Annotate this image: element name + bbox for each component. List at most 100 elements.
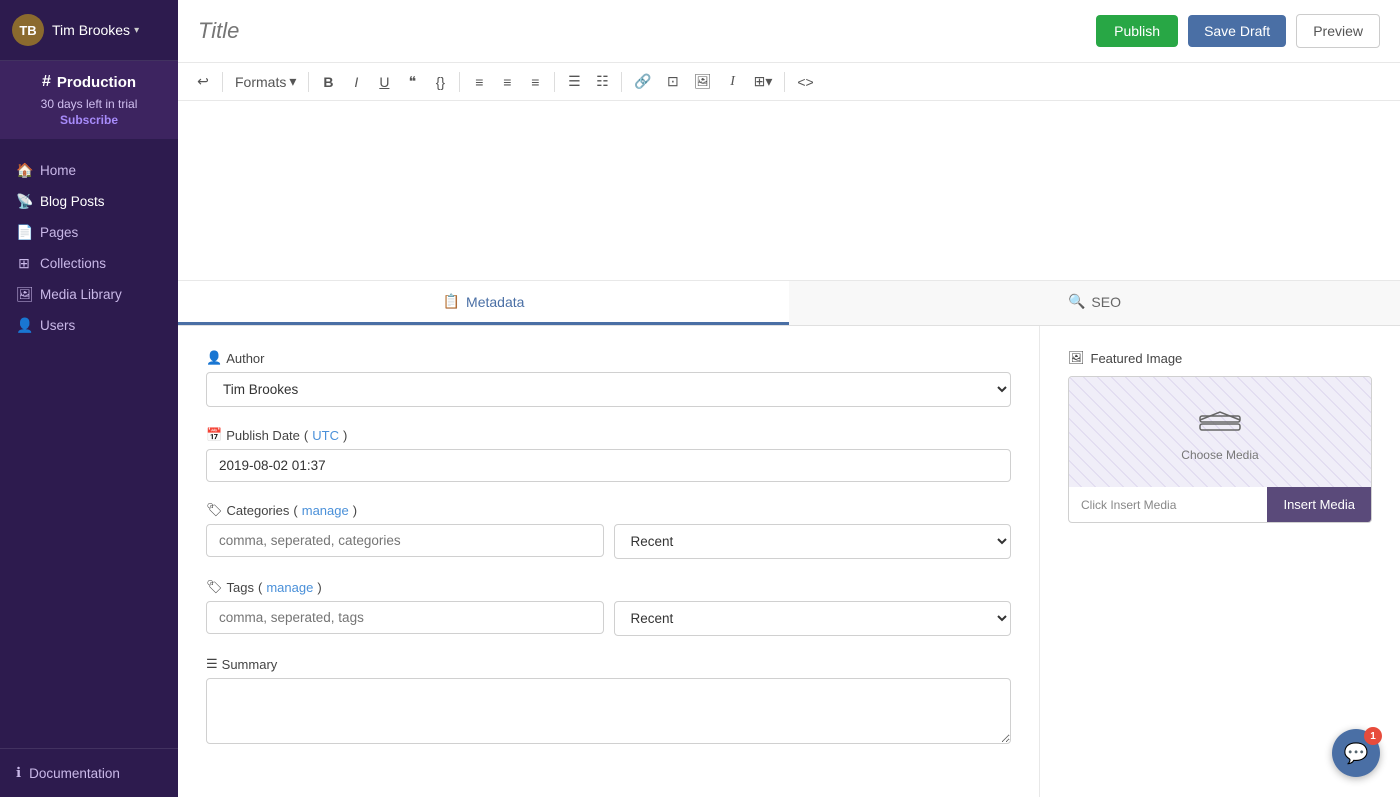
undo-button[interactable]: ↩ (190, 69, 216, 94)
featured-image-label: 🖼 Featured Image (1068, 350, 1372, 366)
link-button[interactable]: 🔗 (628, 69, 657, 94)
summary-icon: ☰ (206, 656, 218, 672)
image-footer: Click Insert Media Insert Media (1069, 487, 1371, 522)
summary-input[interactable] (206, 678, 1011, 744)
italic-button[interactable]: I (343, 70, 369, 94)
workspace-banner: # Production 30 days left in trial Subsc… (0, 61, 178, 139)
separator-1 (222, 72, 223, 92)
main-content: Publish Save Draft Preview ↩ Formats ▾ B… (178, 0, 1400, 797)
categories-manage-link[interactable]: manage (302, 503, 349, 518)
workspace-name: # Production (12, 73, 166, 91)
formats-dropdown[interactable]: Formats ▾ (229, 69, 302, 94)
sidebar-item-media-library[interactable]: 🖼 Media Library (0, 279, 178, 310)
sidebar-item-label: Blog Posts (40, 194, 105, 209)
title-input[interactable] (198, 18, 1086, 44)
publish-button[interactable]: Publish (1096, 15, 1178, 47)
insert-media-button[interactable]: Insert Media (1267, 487, 1371, 522)
home-icon: 🏠 (16, 162, 32, 179)
code-button[interactable]: {} (427, 70, 453, 94)
editor-area: Publish Save Draft Preview ↩ Formats ▾ B… (178, 0, 1400, 281)
click-insert-text: Click Insert Media (1069, 490, 1267, 520)
documentation-link[interactable]: ℹ Documentation (16, 761, 162, 785)
image-placeholder[interactable]: Choose Media (1069, 377, 1371, 487)
subscribe-link[interactable]: Subscribe (12, 113, 166, 127)
align-right-button[interactable]: ≡ (522, 70, 548, 94)
tag-icon: 🏷 (206, 502, 223, 518)
categories-label: 🏷 Categories (manage) (206, 502, 1011, 518)
publish-date-field-group: 📅 Publish Date (UTC) (206, 427, 1011, 482)
user-name-label: Tim Brookes ▾ (52, 22, 139, 38)
categories-field-group: 🏷 Categories (manage) Recent (206, 502, 1011, 559)
sidebar-item-label: Pages (40, 225, 78, 240)
sidebar-item-home[interactable]: 🏠 Home (0, 155, 178, 186)
tags-manage-link[interactable]: manage (266, 580, 313, 595)
sidebar: TB Tim Brookes ▾ # Production 30 days le… (0, 0, 178, 797)
categories-row: Recent (206, 524, 1011, 559)
blockquote-button[interactable]: ❝ (399, 69, 425, 94)
utc-label[interactable]: UTC (312, 428, 339, 443)
save-draft-button[interactable]: Save Draft (1188, 15, 1286, 47)
publish-date-input[interactable] (206, 449, 1011, 482)
author-icon: 👤 (206, 350, 222, 366)
tag2-icon: 🏷 (206, 579, 223, 595)
metadata-tab-label: Metadata (466, 294, 524, 310)
chat-bubble[interactable]: 💬 1 (1332, 729, 1380, 777)
separator-2 (308, 72, 309, 92)
featured-image-box: Choose Media Click Insert Media Insert M… (1068, 376, 1372, 523)
docs-section: ℹ Documentation (0, 748, 178, 797)
tags-input[interactable] (206, 601, 604, 634)
tab-seo[interactable]: 🔍 SEO (789, 281, 1400, 325)
hash-icon: # (42, 73, 51, 91)
metadata-icon: 📋 (443, 293, 460, 310)
categories-recent-select[interactable]: Recent (614, 524, 1012, 559)
separator-6 (784, 72, 785, 92)
title-bar: Publish Save Draft Preview (178, 0, 1400, 63)
tags-row: Recent (206, 601, 1011, 636)
underline-button[interactable]: U (371, 70, 397, 94)
tags-label: 🏷 Tags (manage) (206, 579, 1011, 595)
tags-field-group: 🏷 Tags (manage) Recent (206, 579, 1011, 636)
align-center-button[interactable]: ≡ (494, 70, 520, 94)
info-icon: ℹ (16, 765, 21, 781)
featured-image-panel: 🖼 Featured Image Choose Media (1040, 326, 1400, 797)
separator-3 (459, 72, 460, 92)
summary-label: ☰ Summary (206, 656, 1011, 672)
sidebar-item-label: Users (40, 318, 75, 333)
image-button[interactable]: 🖼 (688, 69, 718, 94)
user-header[interactable]: TB Tim Brookes ▾ (0, 0, 178, 61)
numbered-list-button[interactable]: ☷ (589, 69, 615, 94)
stack-icon (1194, 402, 1246, 442)
sidebar-item-label: Media Library (40, 287, 122, 302)
bottom-panel: 📋 Metadata 🔍 SEO 👤 Author Tim Broo (178, 281, 1400, 797)
calendar-icon: 📅 (206, 427, 222, 443)
table-dropdown-button[interactable]: ⊞▾ (748, 69, 779, 94)
publish-date-label: 📅 Publish Date (UTC) (206, 427, 1011, 443)
italic2-button[interactable]: I (720, 70, 746, 94)
tab-metadata[interactable]: 📋 Metadata (178, 281, 789, 325)
sidebar-item-label: Collections (40, 256, 106, 271)
metadata-form: 👤 Author Tim Brookes 📅 Publish Date (UTC… (178, 326, 1040, 797)
categories-input[interactable] (206, 524, 604, 557)
sidebar-item-collections[interactable]: ⊞ Collections (0, 248, 178, 279)
html-button[interactable]: <> (791, 70, 819, 94)
seo-icon: 🔍 (1068, 293, 1085, 310)
sidebar-item-pages[interactable]: 📄 Pages (0, 217, 178, 248)
tags-recent-select[interactable]: Recent (614, 601, 1012, 636)
seo-tab-label: SEO (1091, 294, 1121, 310)
bold-button[interactable]: B (315, 70, 341, 94)
editor-body[interactable] (178, 101, 1400, 281)
sidebar-item-blog-posts[interactable]: 📡 Blog Posts (0, 186, 178, 217)
meta-content: 👤 Author Tim Brookes 📅 Publish Date (UTC… (178, 326, 1400, 797)
bullet-list-button[interactable]: ☰ (561, 69, 587, 94)
choose-media-text: Choose Media (1181, 448, 1258, 462)
align-left-button[interactable]: ≡ (466, 70, 492, 94)
sidebar-item-users[interactable]: 👤 Users (0, 310, 178, 341)
formats-label: Formats (235, 74, 286, 90)
embed-button[interactable]: ⊡ (660, 69, 686, 94)
formats-caret: ▾ (289, 73, 296, 90)
author-select[interactable]: Tim Brookes (206, 372, 1011, 407)
summary-field-group: ☰ Summary (206, 656, 1011, 747)
preview-button[interactable]: Preview (1296, 14, 1380, 48)
user-dropdown-caret: ▾ (134, 25, 139, 36)
editor-toolbar: ↩ Formats ▾ B I U ❝ {} ≡ ≡ ≡ ☰ ☷ 🔗 ⊡ 🖼 I… (178, 63, 1400, 101)
